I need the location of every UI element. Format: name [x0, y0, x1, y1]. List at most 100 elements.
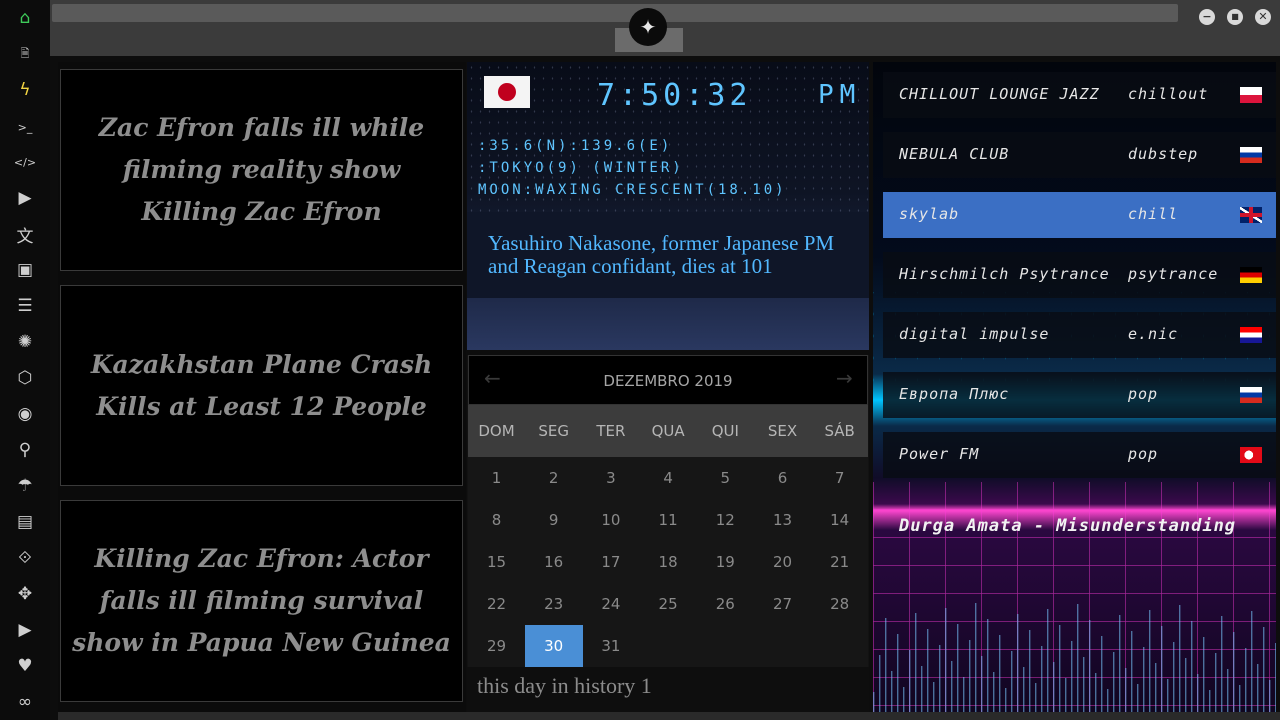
equalizer-bar [1263, 627, 1265, 712]
empire-icon[interactable]: ✺ [13, 330, 37, 354]
clock-headline[interactable]: Yasuhiro Nakasone, former Japanese PM an… [488, 232, 858, 278]
calendar-day[interactable]: 22 [468, 595, 525, 613]
equalizer-bar [1209, 690, 1211, 712]
search-icon[interactable]: ⚲ [13, 438, 37, 462]
equalizer-bar [903, 687, 905, 712]
calendar-day[interactable]: 1 [468, 469, 525, 487]
minimize-button[interactable]: − [1199, 9, 1215, 25]
equalizer-bar [969, 640, 971, 712]
infinity-icon[interactable]: ∞ [13, 690, 37, 714]
calendar-day[interactable]: 5 [697, 469, 754, 487]
image-icon[interactable]: ▣ [13, 258, 37, 282]
clock-ampm: PM [818, 80, 862, 110]
calendar-day[interactable]: 24 [582, 595, 639, 613]
umbrella-icon[interactable]: ☂ [13, 474, 37, 498]
equalizer-bar [1191, 621, 1193, 712]
calendar-day[interactable]: 8 [468, 511, 525, 529]
equalizer-bar [1155, 663, 1157, 712]
calendar-day[interactable]: 10 [582, 511, 639, 529]
station-name: Европа Плюс [899, 385, 1010, 403]
calendar-day[interactable]: 7 [811, 469, 868, 487]
news-card[interactable]: Zac Efron falls ill while filming realit… [60, 69, 463, 271]
calendar-day[interactable]: 31 [582, 637, 639, 655]
calendar-next-icon[interactable]: → [836, 366, 853, 390]
news-card[interactable]: Killing Zac Efron: Actor falls ill filmi… [60, 500, 463, 702]
news-card[interactable]: Kazakhstan Plane Crash Kills at Least 12… [60, 285, 463, 486]
maximize-button[interactable]: ■ [1227, 9, 1243, 25]
contacts-icon[interactable]: ▤ [13, 510, 37, 534]
calendar-day[interactable]: 11 [640, 511, 697, 529]
calendar-day[interactable]: 20 [754, 553, 811, 571]
calendar-day[interactable]: 30 [525, 637, 582, 655]
equalizer-bar [1041, 646, 1043, 712]
equalizer-bar [1239, 685, 1241, 712]
calendar-day[interactable]: 4 [640, 469, 697, 487]
equalizer-bar [1113, 652, 1115, 712]
heart-icon[interactable]: ♥ [13, 654, 37, 678]
calendar-day[interactable]: 28 [811, 595, 868, 613]
equalizer-visualizer [873, 603, 1276, 712]
equalizer-bar [1215, 653, 1217, 712]
equalizer-bar [987, 619, 989, 712]
now-playing: Durga Amata - Misunderstanding [899, 516, 1237, 536]
play-icon[interactable]: ▶ [13, 186, 37, 210]
calendar-day[interactable]: 13 [754, 511, 811, 529]
calendar-day[interactable]: 21 [811, 553, 868, 571]
calendar-day[interactable]: 29 [468, 637, 525, 655]
gb-flag-icon [1240, 207, 1262, 223]
globe-icon[interactable]: ◉ [13, 402, 37, 426]
link-icon[interactable]: ⟐ [13, 546, 37, 570]
equalizer-bar [1047, 609, 1049, 712]
calendar-day[interactable]: 19 [697, 553, 754, 571]
tr-flag-icon [1240, 447, 1262, 463]
youtube-icon[interactable]: ▶ [13, 618, 37, 642]
equalizer-bar [1245, 648, 1247, 712]
calendar-day[interactable]: 15 [468, 553, 525, 571]
equalizer-bar [1035, 683, 1037, 712]
calendar-day[interactable]: 6 [754, 469, 811, 487]
radio-station[interactable]: Hirschmilch Psytrance psytrance [883, 252, 1276, 298]
calendar-day[interactable]: 27 [754, 595, 811, 613]
calendar-day[interactable]: 3 [582, 469, 639, 487]
expand-icon[interactable]: ✥ [13, 582, 37, 606]
calendar-day[interactable]: 23 [525, 595, 582, 613]
calendar-day[interactable]: 25 [640, 595, 697, 613]
radio-station[interactable]: Power FM pop [883, 432, 1276, 478]
hexagon-icon[interactable]: ⬡ [13, 366, 37, 390]
radio-station[interactable]: NEBULA CLUB dubstep [883, 132, 1276, 178]
newspaper-icon[interactable]: ☰ [13, 294, 37, 318]
calendar-day[interactable]: 18 [640, 553, 697, 571]
equalizer-bar [1095, 673, 1097, 712]
calendar-day[interactable]: 2 [525, 469, 582, 487]
address-bar[interactable] [52, 4, 1178, 22]
equalizer-bar [1197, 674, 1199, 712]
radio-station[interactable]: CHILLOUT LOUNGE JAZZ chillout [883, 72, 1276, 118]
code-icon[interactable]: </> [13, 150, 37, 174]
close-button[interactable]: ✕ [1255, 9, 1271, 25]
equalizer-bar [945, 608, 947, 712]
this-day-in-history[interactable]: this day in history 1 [477, 673, 652, 699]
terminal-icon[interactable]: >_ [13, 115, 37, 139]
calendar-day[interactable]: 14 [811, 511, 868, 529]
radio-station[interactable]: skylab chill [883, 192, 1276, 238]
radio-station[interactable]: Европа Плюс pop [883, 372, 1276, 418]
lightning-icon[interactable]: ϟ [13, 78, 37, 102]
equalizer-bar [1119, 615, 1121, 712]
equalizer-bar [1089, 620, 1091, 712]
calendar-day[interactable]: 16 [525, 553, 582, 571]
calendar-day[interactable]: 17 [582, 553, 639, 571]
calendar-title: DEZEMBRO 2019 [603, 372, 733, 390]
rebel-alliance-logo-icon[interactable]: ✦ [629, 8, 667, 46]
calendar-day[interactable]: 26 [697, 595, 754, 613]
station-name: Power FM [899, 445, 980, 463]
clock-location: :TOKYO(9) (WINTER) [478, 160, 684, 176]
radio-station[interactable]: digital impulse e.nic [883, 312, 1276, 358]
equalizer-bar [1179, 605, 1181, 712]
calendar-day[interactable]: 12 [697, 511, 754, 529]
translate-icon[interactable]: 文 [13, 222, 37, 247]
pl-flag-icon [1240, 87, 1262, 103]
document-icon[interactable]: 🗎 [13, 42, 37, 66]
calendar-day[interactable]: 9 [525, 511, 582, 529]
equalizer-bar [999, 635, 1001, 712]
home-icon[interactable]: ⌂ [13, 6, 37, 30]
